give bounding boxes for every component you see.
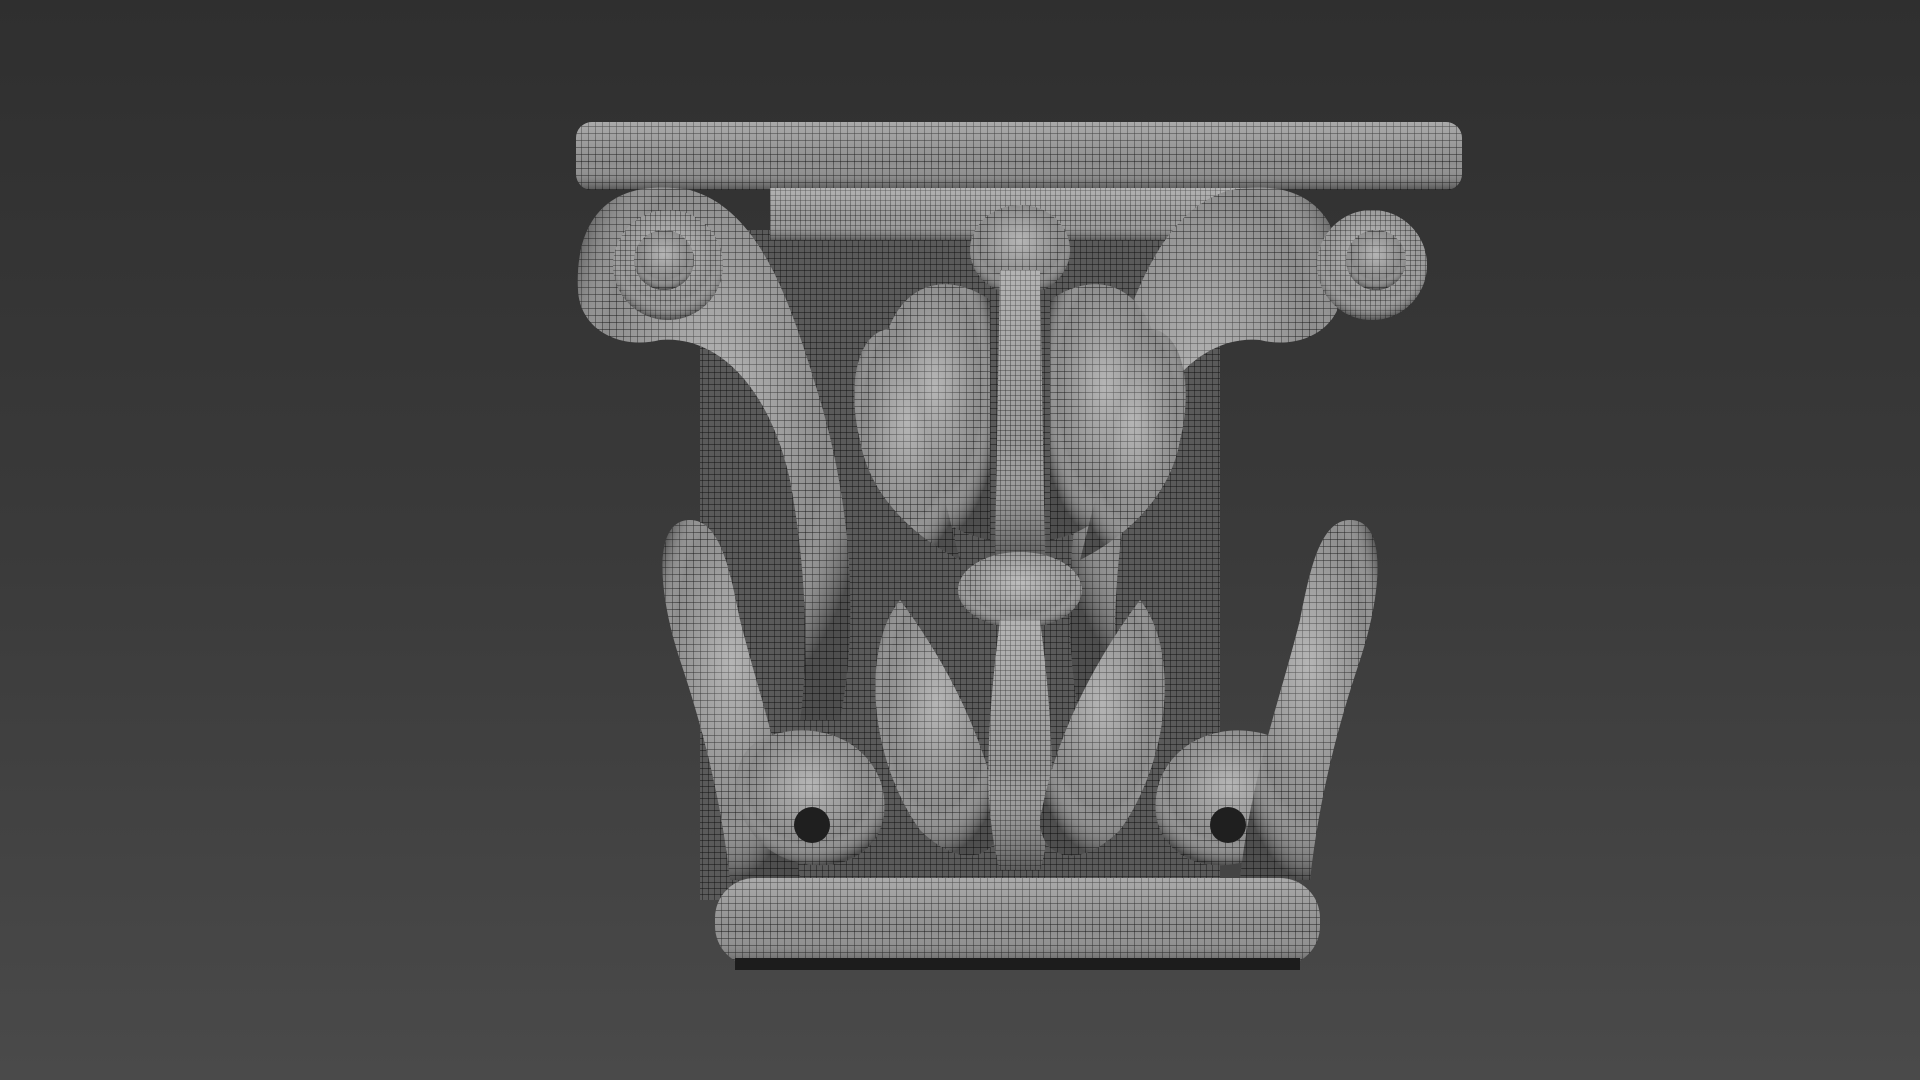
capital-base-torus xyxy=(715,878,1320,970)
3d-viewport[interactable] xyxy=(0,0,1920,1080)
capital-model-render xyxy=(576,122,1462,970)
